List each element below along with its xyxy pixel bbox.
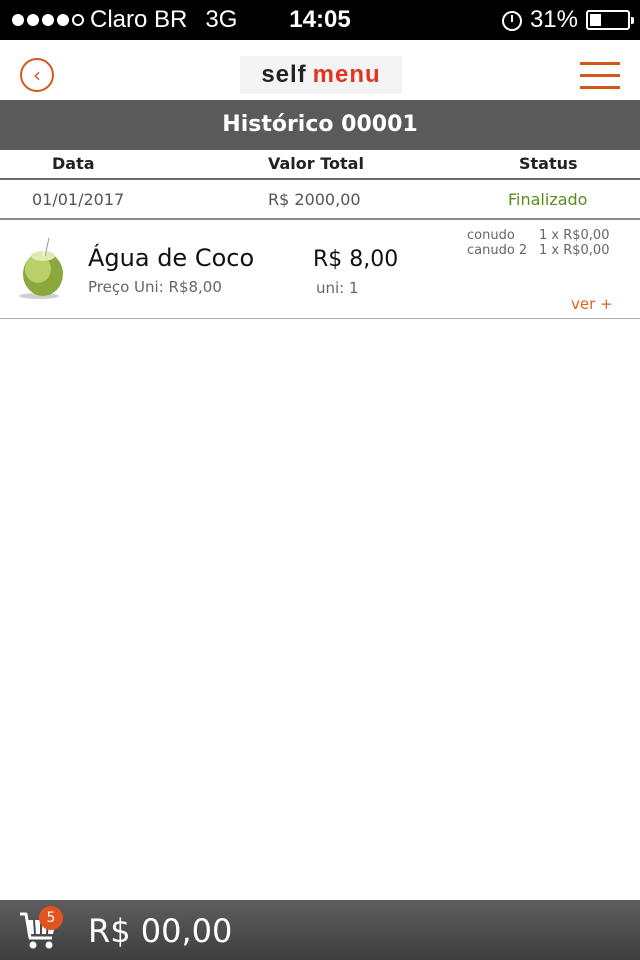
- status-right: 31%: [501, 6, 634, 34]
- order-status: Finalizado: [508, 190, 588, 209]
- extra-value: 1 x R$0,00: [539, 243, 610, 258]
- table-header: Data Valor Total Status: [0, 150, 640, 180]
- item-name: Água de Coco: [88, 244, 255, 272]
- item-quantity: uni: 1: [316, 279, 359, 297]
- page-title: Histórico 00001: [0, 100, 640, 150]
- column-header-valor-total: Valor Total: [268, 154, 364, 173]
- item-unit-price: Preço Uni: R$8,00: [88, 278, 222, 296]
- column-header-status: Status: [519, 154, 578, 173]
- order-date: 01/01/2017: [32, 190, 125, 209]
- extra-row: conudo 1 x R$0,00: [467, 228, 609, 243]
- hamburger-menu-icon[interactable]: [580, 62, 620, 90]
- cart-count-badge: 5: [39, 906, 63, 930]
- self-menu-logo: self menu: [240, 56, 402, 94]
- coconut-image: [19, 237, 63, 299]
- table-row: 01/01/2017 R$ 2000,00 Finalizado: [0, 180, 640, 220]
- status-bar: Claro BR 3G 14:05 31%: [0, 0, 640, 40]
- item-extras: conudo 1 x R$0,00 canudo 2 1 x R$0,00: [467, 228, 609, 258]
- battery-percent: 31%: [529, 6, 578, 33]
- extra-name: conudo: [467, 228, 515, 243]
- logo-menu-text: menu: [312, 61, 381, 88]
- extra-value: 1 x R$0,00: [539, 228, 610, 243]
- battery-icon: [586, 10, 634, 30]
- order-total: R$ 2000,00: [268, 190, 361, 209]
- alarm-icon: [501, 11, 522, 31]
- logo-self-text: self: [261, 61, 307, 88]
- see-more-link[interactable]: ver +: [571, 295, 613, 313]
- extra-row: canudo 2 1 x R$0,00: [467, 243, 609, 258]
- cart-total: R$ 00,00: [88, 912, 233, 950]
- column-header-data: Data: [52, 154, 95, 173]
- item-price: R$ 8,00: [313, 247, 399, 272]
- back-button[interactable]: ‹: [20, 58, 54, 92]
- chevron-left-icon: ‹: [33, 63, 41, 87]
- extra-name: canudo 2: [467, 243, 528, 258]
